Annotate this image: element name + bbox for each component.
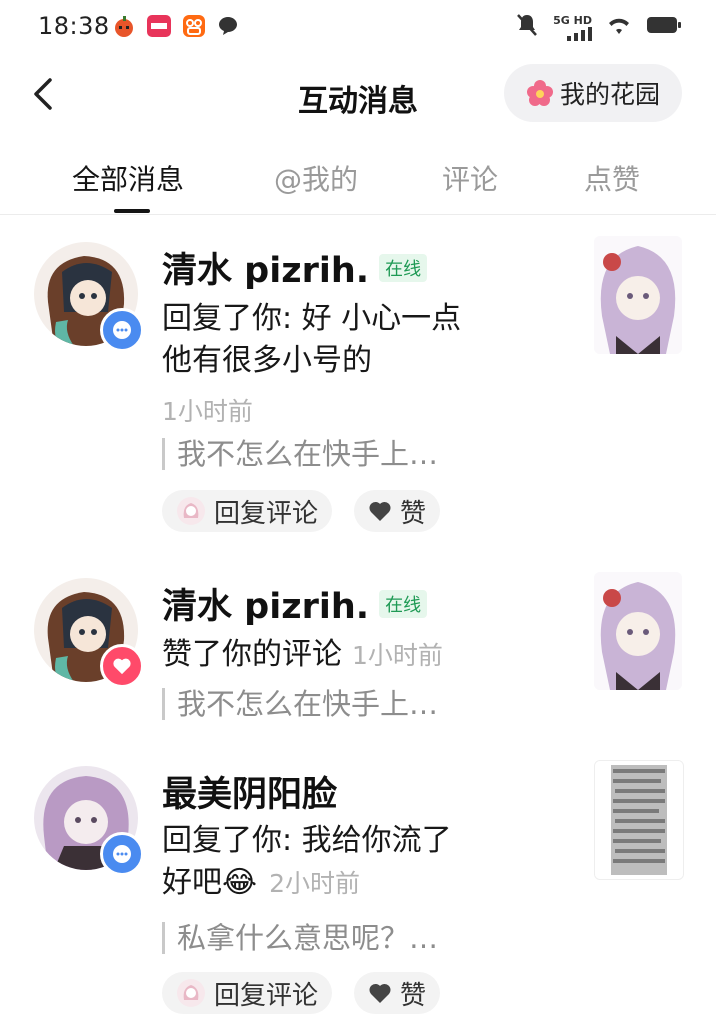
list-item[interactable]: 清水 pizrih. 在线 回复了你: 好 小心一点 他有很多小号的 1小时前 … [0,228,716,548]
user-name[interactable]: 清水 pizrih. [162,578,369,629]
reply-comment-button[interactable]: 回复评论 [162,490,333,532]
tabs-divider [0,214,716,215]
my-garden-label: 我的花园 [559,80,660,109]
like-button[interactable]: 赞 [354,490,441,532]
list-item[interactable]: 最美阴阳脸 回复了你: 我给你流了 好吧😂 2小时前 私拿什么意思呢？… 回复评… [0,754,716,1014]
quoted-comment[interactable]: 我不怎么在快手上… [162,688,438,720]
content-thumbnail[interactable] [594,236,682,354]
message-text: 回复了你: 好 小心一点 他有很多小号的 [162,298,461,382]
status-system-icons: 5G HD [515,12,682,42]
quoted-comment[interactable]: 私拿什么意思呢？… [162,922,438,954]
like-label: 赞 [400,980,427,1011]
list-item[interactable]: 清水 pizrih. 在线 赞了你的评论 1小时前 我不怎么在快手上… [0,564,716,734]
active-tab-indicator [114,209,150,213]
user-thumbnail-icon [177,979,205,1007]
comment-badge [100,832,144,876]
tab-mentions[interactable]: @我的 [274,158,358,198]
content-thumbnail[interactable] [594,760,684,880]
quoted-comment[interactable]: 我不怎么在快手上… [162,438,438,470]
user-name[interactable]: 最美阴阳脸 [162,775,337,815]
shopping-app-icon [146,14,172,42]
message-time: 1小时前 [352,641,443,670]
message-line: 回复了你: 我给你流了 [162,823,452,858]
tab-comments[interactable]: 评论 [442,158,498,198]
like-label: 赞 [400,498,427,529]
message-line: 回复了你: 好 小心一点 [162,301,462,336]
comment-badge [100,308,144,352]
message-time: 2小时前 [269,869,360,898]
like-button[interactable]: 赞 [354,972,441,1014]
message-line: 好吧😂 [162,865,258,900]
battery-icon [646,15,682,39]
comment-icon [113,321,131,339]
message-text: 回复了你: 我给你流了 好吧😂 2小时前 [162,820,452,905]
wifi-icon [606,14,632,40]
tab-likes[interactable]: 点赞 [584,158,640,198]
mute-bell-icon [515,12,539,42]
message-line: 他有很多小号的 [162,343,372,378]
my-garden-button[interactable]: 我的花园 [504,64,682,122]
online-badge: 在线 [379,589,428,618]
tab-all-messages[interactable]: 全部消息 [72,158,184,198]
reply-comment-label: 回复评论 [214,980,319,1011]
user-thumbnail-icon [177,497,205,525]
content-thumbnail[interactable] [594,572,682,690]
like-badge [100,644,144,688]
message-time: 1小时前 [162,397,253,426]
message-text: 赞了你的评论 [162,637,342,672]
network-label: 5G HD [553,13,592,27]
heart-icon [369,983,391,1003]
heart-icon [113,658,131,675]
signal-icon: 5G HD [553,14,592,41]
status-time: 18:38 [38,12,110,40]
reply-comment-button[interactable]: 回复评论 [162,972,333,1014]
user-name[interactable]: 清水 pizrih. [162,242,369,293]
status-app-icons [112,14,240,42]
pumpkin-app-icon [112,14,136,42]
chat-bubble-icon [216,14,240,42]
online-badge: 在线 [379,253,428,282]
reply-comment-label: 回复评论 [214,498,319,529]
flower-icon [526,80,553,106]
kuaishou-app-icon [182,14,206,42]
heart-icon [369,501,391,521]
comment-icon [113,845,131,863]
